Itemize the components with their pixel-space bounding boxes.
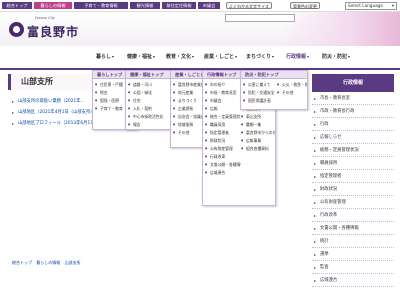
dropdown-item[interactable]: 広報 — [205, 105, 241, 113]
gnav-gyosei[interactable]: 行政情報▾ — [286, 52, 309, 62]
logo-subtitle: Furano City — [35, 16, 56, 20]
sidebar-item[interactable]: 財政状況 — [312, 183, 394, 196]
chevron-down-icon: ▾ — [307, 54, 310, 59]
toplink-gikai[interactable]: 市議会 — [198, 2, 220, 9]
gnav-kurashi[interactable]: 暮らし▾ — [96, 52, 114, 62]
dropdown-item[interactable]: 防犯・交通安全 — [243, 89, 277, 97]
dropdown-bosai: 防災・防犯トップ 災害に備えて 防犯・交通安全 国民保護計画 火災・救急・救命 … — [240, 70, 308, 110]
dropdown-item[interactable]: 道路・河川 — [128, 81, 170, 89]
sidebar-item[interactable]: 市長・教育長室 — [312, 92, 394, 105]
chevron-down-icon: ▾ — [153, 54, 156, 59]
city-logo-icon[interactable] — [9, 22, 24, 37]
gnav-sangyo[interactable]: 産業・しごと▾ — [204, 52, 237, 62]
global-nav: 暮らし▾ 健康・福祉▾ 教育・文化▾ 産業・しごと▾ まちづくり▾ 行政情報▾ … — [0, 46, 400, 70]
dropdown-item[interactable]: 火災・救急・救命 — [277, 81, 307, 89]
sidebar-item[interactable]: 公有財産管理 — [312, 196, 394, 209]
chevron-down-icon: ▾ — [112, 54, 115, 59]
dropdown-item[interactable]: 東山支所 — [241, 113, 275, 121]
dropdown-item[interactable]: 文書公開・各種情報 — [205, 161, 241, 169]
gnav-bosai[interactable]: 防災・防犯▾ — [322, 52, 350, 62]
breadcrumb: 総合トップ 暮らしの情報 山部支所 — [12, 260, 84, 266]
dropdown-item[interactable]: 公園・緑化 — [128, 89, 170, 97]
sidebar-item[interactable]: 職員採用 — [312, 157, 394, 170]
sidebar-item[interactable]: 行政改革 — [312, 209, 394, 222]
dropdown-item[interactable]: 報告 — [128, 121, 170, 129]
gnav-kenko[interactable]: 健康・福祉▾ — [127, 52, 155, 62]
dropdown-item[interactable]: 国民保護計画 — [243, 97, 277, 105]
chevron-down-icon: ▾ — [391, 3, 394, 8]
breadcrumb-kurashi[interactable]: 暮らしの情報 — [36, 260, 60, 265]
dropdown-item[interactable]: 麓郷一集 — [241, 121, 275, 129]
dropdown-item[interactable]: 組合各種資料 — [241, 145, 275, 153]
dropdown-item[interactable]: 職員採用 — [205, 121, 241, 129]
fontsize-button[interactable]: よくわかる文字サイズ — [226, 2, 272, 9]
sidebar-item[interactable]: 広域連合 — [312, 274, 394, 287]
dropdown-item[interactable]: 市議会 — [205, 97, 241, 105]
breadcrumb-home[interactable]: 総合トップ — [12, 260, 32, 265]
sidebar-item[interactable]: 総務・定員管理状況 — [312, 144, 394, 157]
dropdown-item[interactable]: 公有財産管理 — [205, 145, 241, 153]
chevron-down-icon: ▾ — [235, 54, 238, 59]
sidebar-item[interactable]: 選挙 — [312, 248, 394, 261]
chevron-down-icon: ▾ — [272, 54, 275, 59]
dropdown-item[interactable]: 指定管理者 — [205, 129, 241, 137]
toplink-home[interactable]: 総合トップ — [2, 2, 32, 9]
dropdown-item[interactable]: 総合・定員管理状況 — [205, 113, 241, 121]
breadcrumb-current: 山部支所 — [64, 260, 81, 265]
dropdown-item[interactable]: その他 — [277, 89, 307, 97]
sidebar-item[interactable]: 統計 — [312, 235, 394, 248]
sidebar-item[interactable]: 行政 — [312, 118, 394, 131]
sidebar-item[interactable]: 指定管理者 — [312, 170, 394, 183]
dropdown-item[interactable]: 市の紹介 — [205, 81, 241, 89]
sidebar-item[interactable]: 文書公開・各種情報 — [312, 222, 394, 235]
dropdown-kenko: 健康・福祉トップ 道路・河川 公園・緑化 住宅 入札・契約 中心市街地活性化 報… — [125, 70, 171, 130]
toplink-kosodate[interactable]: 子育て・教育情報 — [74, 2, 128, 9]
chevron-down-icon: ▾ — [192, 54, 195, 59]
toplink-kurashi[interactable]: 暮らしの情報 — [34, 2, 72, 9]
chevron-down-icon: ▾ — [348, 54, 351, 59]
gnav-machizukuri[interactable]: まちづくり▾ — [246, 52, 274, 62]
toplink-iju[interactable]: 移住定住情報 — [162, 2, 196, 9]
dropdown-item[interactable]: 行政改革 — [205, 153, 241, 161]
dropdown-item[interactable]: 広報事業 — [241, 137, 275, 145]
language-select[interactable]: Select Language ▾ — [345, 2, 397, 10]
dropdown-item[interactable]: 住宅 — [128, 97, 170, 105]
dropdown-title[interactable]: 健康・福祉トップ — [126, 71, 170, 79]
toplink-kanko[interactable]: 観光情報 — [130, 2, 160, 9]
sidebar: 行政情報 市長・教育長室 市政・教育長行政 行政 広報しらせ 総務・定員管理状況… — [312, 74, 394, 300]
site-logo[interactable]: 富良野市 — [27, 23, 79, 40]
dropdown-item[interactable]: 広域連合 — [205, 169, 241, 177]
header-flower-image — [280, 12, 400, 46]
sidebar-header[interactable]: 行政情報 — [312, 74, 394, 92]
dropdown-item[interactable]: 中心市街地活性化 — [128, 113, 170, 121]
dropdown-item[interactable]: 市長・教育長室 — [205, 89, 241, 97]
dropdown-item[interactable]: 災害に備えて — [243, 81, 277, 89]
gnav-kyoiku[interactable]: 教育・文化▾ — [166, 52, 194, 62]
sidebar-item[interactable]: 市政・教育長行政 — [312, 105, 394, 118]
dropdown-title[interactable]: 防災・防犯トップ — [241, 71, 307, 79]
sidebar-item[interactable]: 監査 — [312, 261, 394, 274]
utility-bar: 総合トップ 暮らしの情報 子育て・教育情報 観光情報 移住定住情報 市議会 よく… — [0, 0, 400, 12]
sidebar-item[interactable]: 広報しらせ — [312, 131, 394, 144]
color-button[interactable]: 背景色の変更 — [290, 2, 320, 9]
search-input[interactable] — [225, 14, 295, 22]
dropdown-item[interactable]: 財政状況 — [205, 137, 241, 145]
dropdown-item[interactable]: 富良野市からのお知らせ — [241, 129, 275, 137]
dropdown-item[interactable]: 入札・契約 — [128, 105, 170, 113]
